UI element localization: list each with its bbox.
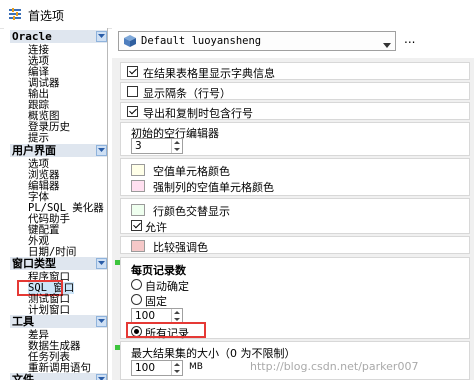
spinner-arrows-icon[interactable] <box>171 139 182 153</box>
spinner-arrows-icon[interactable] <box>171 361 182 375</box>
option-label: 允许 <box>145 221 167 234</box>
section-label: 用户界面 <box>12 144 56 157</box>
spinner-value: 3 <box>135 140 142 152</box>
spinner-value: 100 <box>135 362 156 374</box>
row-color-swatch[interactable] <box>131 204 145 216</box>
option-compare-color: 比较强调色 <box>120 236 470 254</box>
option-label: 自动确定 <box>145 280 189 293</box>
nav-item[interactable]: 提示 <box>28 132 49 144</box>
empty-cell-color-swatch[interactable] <box>131 164 145 176</box>
profile-value: Default luoyansheng <box>141 35 262 47</box>
option-label: 在结果表格里显示字典信息 <box>143 67 275 80</box>
section-tools[interactable]: 工具 <box>10 315 107 328</box>
option-export-row-numbers: 导出和复制时包含行号 <box>120 102 470 120</box>
highlight-box <box>126 322 206 338</box>
export-row-numbers-checkbox[interactable] <box>127 106 138 117</box>
collapse-icon[interactable] <box>96 316 107 327</box>
option-show-dict-info: 在结果表格里显示字典信息 <box>120 62 470 80</box>
spinner-arrows-icon[interactable] <box>171 309 182 323</box>
title-bar: 首选项 <box>0 0 474 29</box>
mandatory-empty-color-swatch[interactable] <box>131 180 145 192</box>
section-window-types[interactable]: 窗口类型 <box>10 257 107 270</box>
initial-empty-editors-spinner[interactable]: 3 <box>131 138 183 154</box>
chevron-down-icon <box>383 38 391 51</box>
window-title: 首选项 <box>28 9 65 23</box>
section-label: 工具 <box>12 315 34 328</box>
show-gutter-checkbox[interactable] <box>127 86 138 97</box>
more-button[interactable]: ... <box>404 32 415 46</box>
option-label: 固定 <box>145 295 167 308</box>
allow-checkbox[interactable] <box>131 220 142 231</box>
option-label: 比较强调色 <box>153 241 208 254</box>
profile-select[interactable]: Default luoyansheng <box>118 31 396 51</box>
show-dict-info-checkbox[interactable] <box>127 66 138 77</box>
section-label: 文件 <box>12 373 34 380</box>
profile-icon <box>123 35 137 50</box>
collapse-icon[interactable] <box>96 374 107 380</box>
records-auto-radio[interactable] <box>131 279 142 290</box>
option-label: 导出和复制时包含行号 <box>143 107 253 120</box>
spinner-value: 100 <box>135 310 156 322</box>
max-result-cache-spinner[interactable]: 100 <box>131 360 183 376</box>
option-initial-empty-editors: 初始的空行编辑器 3 <box>120 122 470 156</box>
section-files[interactable]: 文件 <box>10 373 107 380</box>
profile-bar: Default luoyansheng ... <box>112 28 474 58</box>
watermark: http://blog.csdn.net/parker007 <box>250 360 419 373</box>
collapse-icon[interactable] <box>96 145 107 156</box>
section-user-interface[interactable]: 用户界面 <box>10 144 107 157</box>
option-label: 行颜色交替显示 <box>153 205 230 218</box>
section-oracle[interactable]: Oracle <box>10 30 107 43</box>
collapse-icon[interactable] <box>96 258 107 269</box>
option-label: 每页记录数 <box>131 264 186 277</box>
compare-color-swatch[interactable] <box>131 240 145 252</box>
option-label: 显示隔条（行号） <box>143 87 231 100</box>
collapse-icon[interactable] <box>96 31 107 42</box>
preferences-nav: Oracle 连接 选项 编译 调试器 输出 跟踪 概览图 登录历史 提示 用户… <box>4 28 108 380</box>
unit-label: MB <box>189 362 203 372</box>
option-cell-colors: 空值单元格颜色 强制列的空值单元格颜色 <box>120 158 470 196</box>
section-label: Oracle <box>12 30 52 43</box>
records-fixed-radio[interactable] <box>131 294 142 305</box>
option-label: 强制列的空值单元格颜色 <box>153 181 274 194</box>
option-show-gutter: 显示隔条（行号） <box>120 82 470 100</box>
preferences-icon <box>8 7 22 21</box>
option-label: 最大结果集的大小（0 为不限制） <box>131 347 296 360</box>
section-label: 窗口类型 <box>12 257 56 270</box>
option-row-color-alternate: 行颜色交替显示 允许 <box>120 198 470 234</box>
settings-panel: Default luoyansheng ... 在结果表格里显示字典信息 显示隔… <box>112 28 474 380</box>
option-label: 空值单元格颜色 <box>153 165 230 178</box>
